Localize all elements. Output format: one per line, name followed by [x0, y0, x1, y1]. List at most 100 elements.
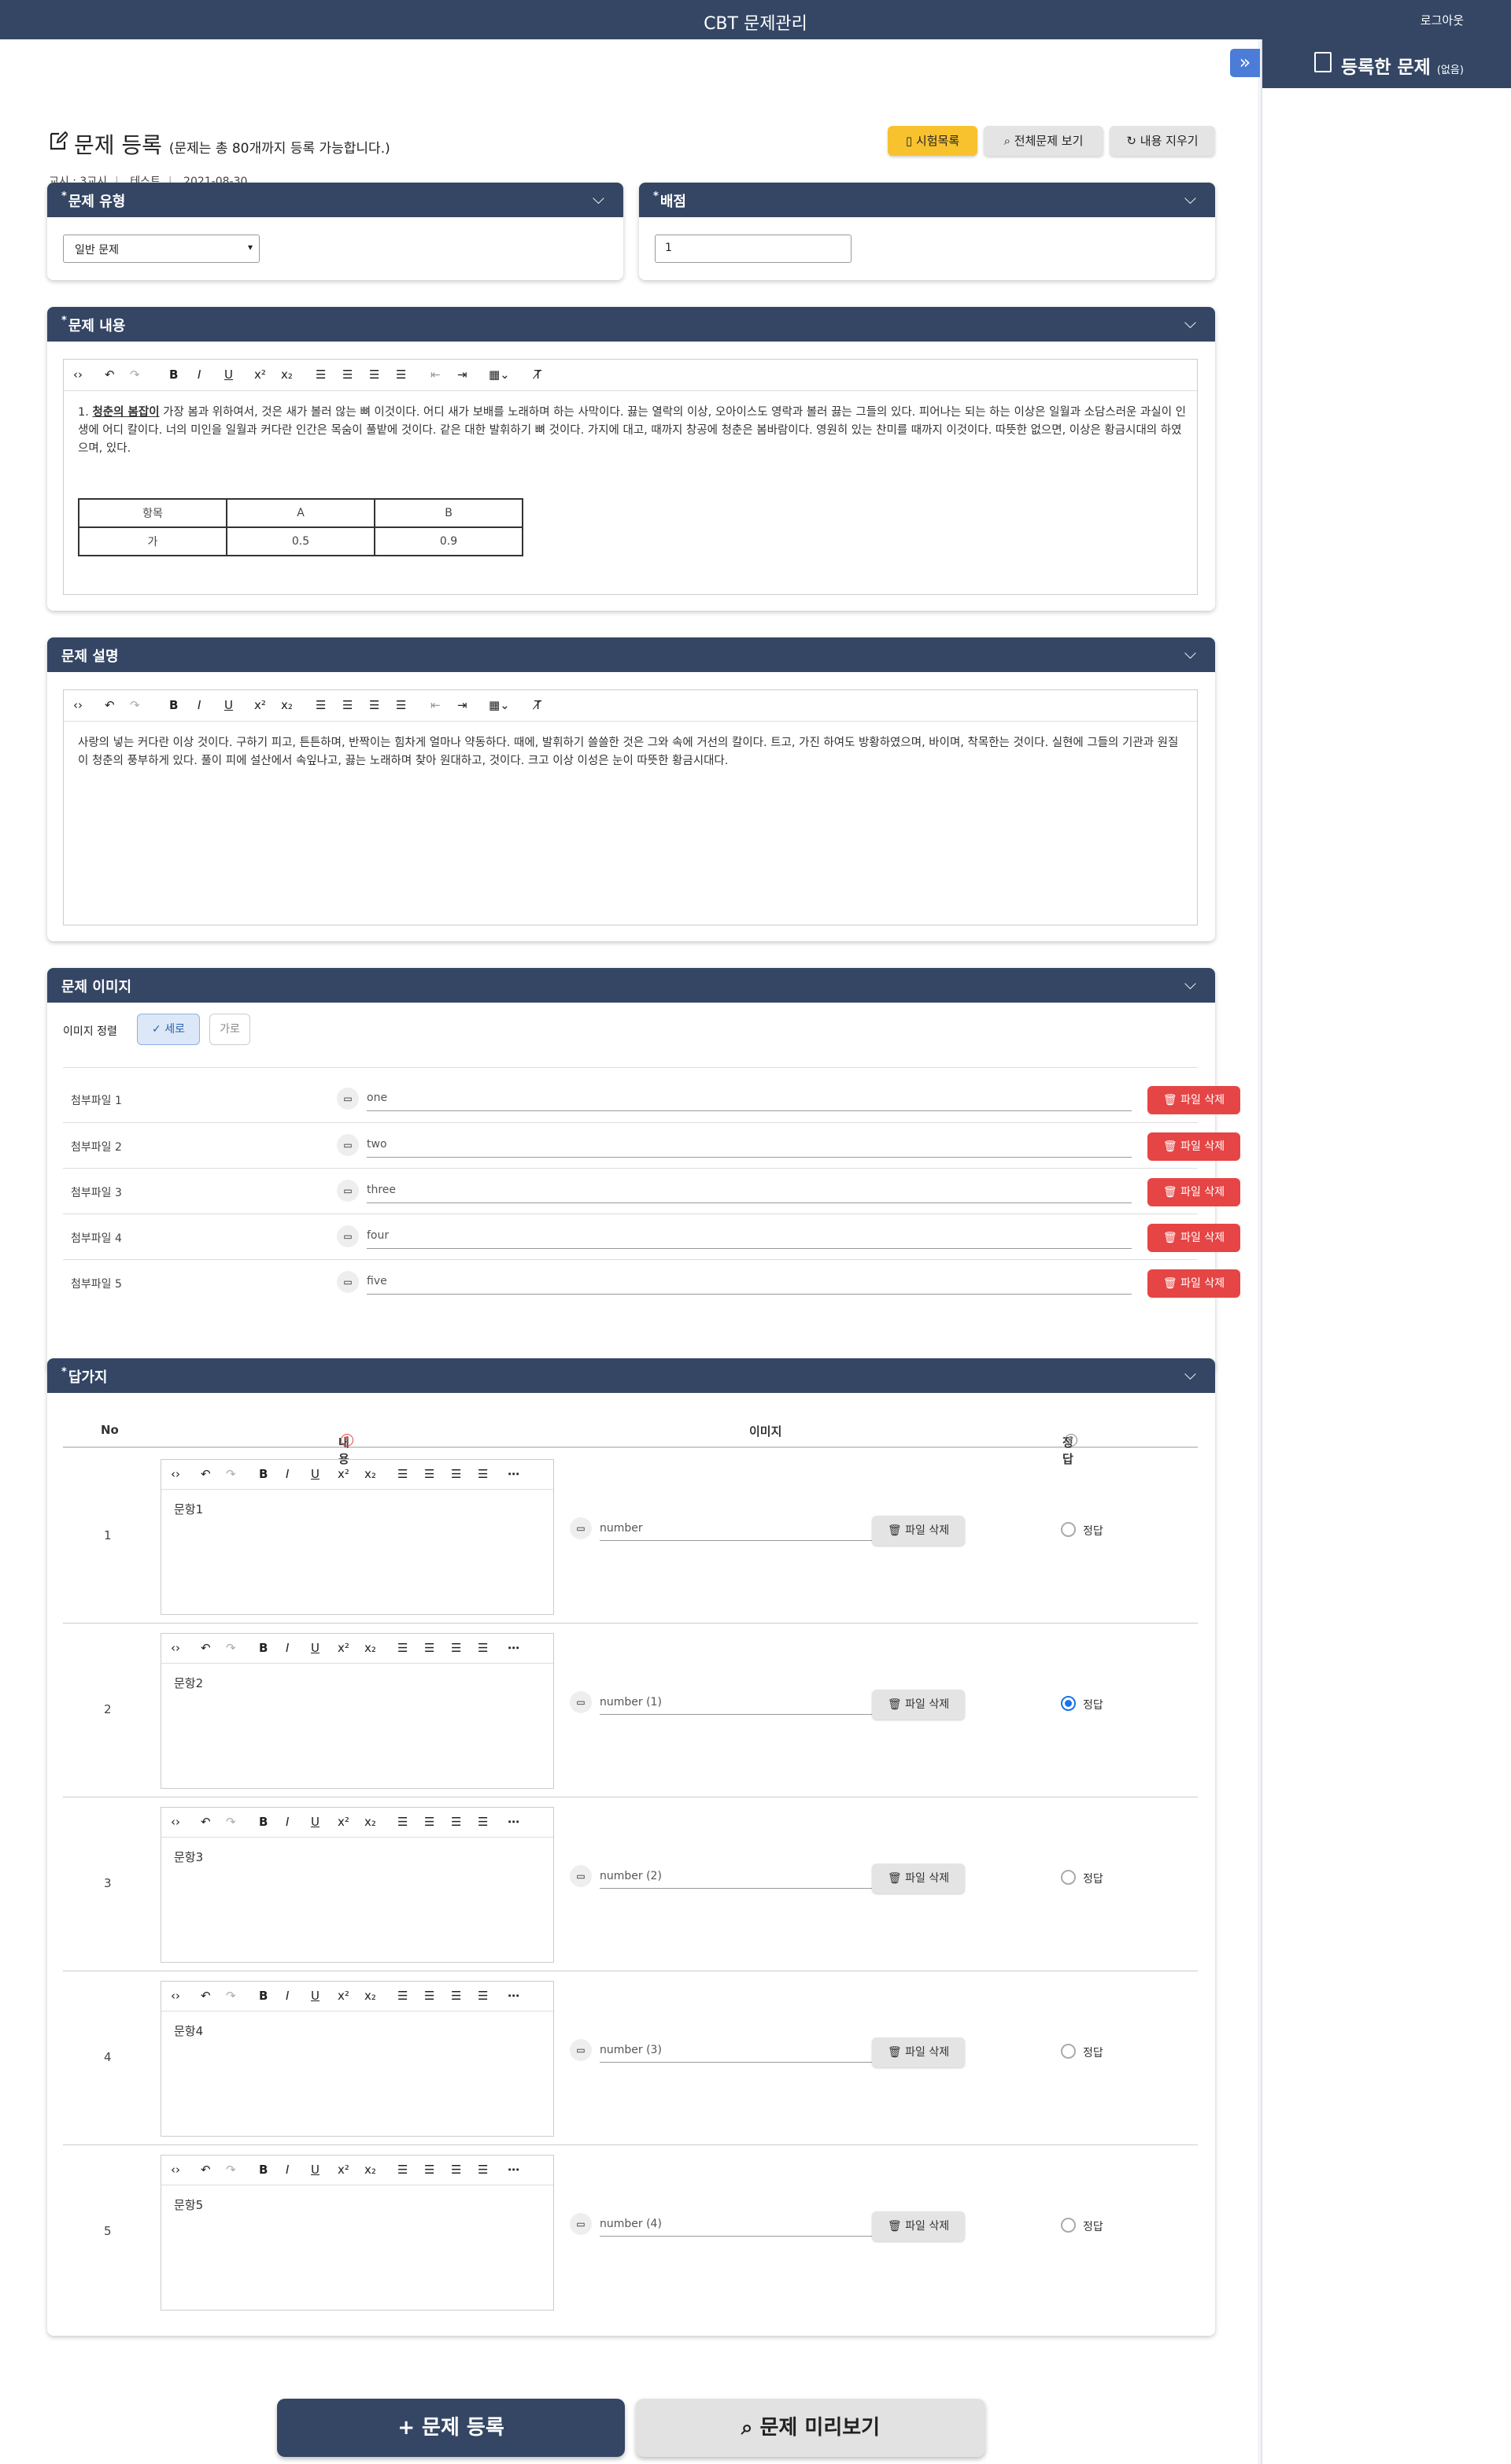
subscript-icon[interactable]: x₂ [364, 1641, 376, 1655]
indent-icon[interactable]: ⇥ [457, 368, 467, 382]
delete-file-button[interactable]: 🗑 파일 삭제 [1147, 1178, 1240, 1206]
superscript-icon[interactable]: x² [254, 698, 266, 712]
table-icon[interactable]: ▦⌄ [489, 698, 510, 712]
underline-icon[interactable]: U [311, 1815, 320, 1829]
folder-icon[interactable]: ▭ [570, 1691, 592, 1713]
bold-icon[interactable]: B [169, 368, 178, 382]
redo-icon[interactable]: ↷ [226, 1641, 236, 1655]
align-left-icon[interactable]: ☰ [397, 1641, 408, 1655]
subscript-icon[interactable]: x₂ [364, 1989, 376, 2003]
superscript-icon[interactable]: x² [338, 1641, 349, 1655]
logout-link[interactable]: 로그아웃 [1420, 12, 1464, 28]
align-right-icon[interactable]: ☰ [451, 1641, 461, 1655]
align-justify-icon[interactable]: ☰ [478, 1989, 488, 2003]
delete-file-button[interactable]: 🗑 파일 삭제 [872, 1516, 965, 1546]
align-right-icon[interactable]: ☰ [369, 698, 379, 712]
answer-editor[interactable]: ‹› ↶ ↷ B I Ux² x₂ ☰ ☰ ☰ ☰ ⋯ 문항4 [161, 1981, 554, 2137]
correct-radio[interactable] [1061, 2044, 1076, 2059]
question-type-select[interactable]: 일반 문제 ▾ [63, 235, 260, 263]
align-center-icon[interactable]: ☰ [342, 698, 353, 712]
undo-icon[interactable]: ↶ [105, 698, 115, 712]
underline-icon[interactable]: U [311, 1641, 320, 1655]
answer-editor[interactable]: ‹› ↶ ↷ B I Ux² x₂ ☰ ☰ ☰ ☰ ⋯ 문항1 [161, 1459, 554, 1615]
code-icon[interactable]: ‹› [171, 1989, 180, 2003]
align-left-icon[interactable]: ☰ [316, 698, 326, 712]
code-icon[interactable]: ‹› [73, 698, 83, 712]
align-center-icon[interactable]: ☰ [342, 368, 353, 382]
align-center-icon[interactable]: ☰ [424, 1467, 434, 1481]
underline-icon[interactable]: U [311, 1989, 320, 2003]
subscript-icon[interactable]: x₂ [364, 1467, 376, 1481]
align-right-icon[interactable]: ☰ [451, 1989, 461, 2003]
folder-icon[interactable]: ▭ [337, 1225, 359, 1247]
align-justify-icon[interactable]: ☰ [478, 1641, 488, 1655]
more-icon[interactable]: ⋯ [508, 1815, 519, 1829]
file-field[interactable]: three [367, 1180, 1132, 1203]
underline-icon[interactable]: U [311, 2163, 320, 2177]
code-icon[interactable]: ‹› [171, 2163, 180, 2177]
clear-format-icon[interactable]: T̸ [534, 698, 541, 712]
chevron-down-icon[interactable]: ⌵ [1184, 974, 1196, 993]
delete-file-button[interactable]: 🗑 파일 삭제 [1147, 1086, 1240, 1114]
superscript-icon[interactable]: x² [338, 1989, 349, 2003]
chevron-down-icon[interactable]: ⌵ [1184, 189, 1196, 208]
redo-icon[interactable]: ↷ [226, 1815, 236, 1829]
card-header[interactable]: 문제 설명 ⌵ [47, 637, 1215, 672]
folder-icon[interactable]: ▭ [337, 1088, 359, 1110]
folder-icon[interactable]: ▭ [337, 1180, 359, 1202]
align-left-icon[interactable]: ☰ [397, 1467, 408, 1481]
undo-icon[interactable]: ↶ [201, 1815, 211, 1829]
delete-file-button[interactable]: 🗑 파일 삭제 [1147, 1132, 1240, 1161]
chevron-down-icon[interactable]: ⌵ [1184, 644, 1196, 663]
delete-file-button[interactable]: 🗑 파일 삭제 [872, 2037, 965, 2067]
align-justify-icon[interactable]: ☰ [478, 1815, 488, 1829]
folder-icon[interactable]: ▭ [337, 1271, 359, 1293]
file-field[interactable]: two [367, 1134, 1132, 1158]
file-field[interactable]: four [367, 1225, 1132, 1249]
view-all-button[interactable]: ⌕ 전체문제 보기 [984, 126, 1103, 156]
file-field[interactable]: number (2) [600, 1865, 885, 1889]
underline-icon[interactable]: U [224, 698, 233, 712]
table-icon[interactable]: ▦⌄ [489, 368, 510, 382]
align-justify-icon[interactable]: ☰ [396, 698, 406, 712]
delete-file-button[interactable]: 🗑 파일 삭제 [872, 2211, 965, 2241]
file-field[interactable]: number [600, 1517, 885, 1541]
more-icon[interactable]: ⋯ [508, 2163, 519, 2177]
align-center-icon[interactable]: ☰ [424, 2163, 434, 2177]
align-right-icon[interactable]: ☰ [369, 368, 379, 382]
delete-file-button[interactable]: 🗑 파일 삭제 [872, 1864, 965, 1893]
indent-icon[interactable]: ⇥ [457, 698, 467, 712]
correct-radio[interactable] [1061, 1870, 1076, 1885]
align-horizontal-button[interactable]: 가로 [209, 1014, 250, 1045]
italic-icon[interactable]: I [286, 1989, 289, 2003]
correct-radio[interactable] [1061, 1696, 1076, 1711]
answer-editor[interactable]: ‹› ↶ ↷ B I Ux² x₂ ☰ ☰ ☰ ☰ ⋯ 문항2 [161, 1633, 554, 1789]
align-center-icon[interactable]: ☰ [424, 1989, 434, 2003]
redo-icon[interactable]: ↷ [130, 368, 140, 382]
delete-file-button[interactable]: 🗑 파일 삭제 [872, 1690, 965, 1720]
bold-icon[interactable]: B [259, 1989, 268, 2003]
explanation-editor[interactable]: ‹› ↶ ↷ B I U x² x₂ ☰ ☰ ☰ ☰ ⇤ ⇥ ▦⌄ T̸ 사랑의… [63, 689, 1198, 925]
file-field[interactable]: one [367, 1088, 1132, 1111]
exam-list-button[interactable]: ▯ 시험목록 [888, 126, 977, 156]
answer-editor[interactable]: ‹› ↶ ↷ B I Ux² x₂ ☰ ☰ ☰ ☰ ⋯ 문항5 [161, 2155, 554, 2311]
align-left-icon[interactable]: ☰ [316, 368, 326, 382]
align-center-icon[interactable]: ☰ [424, 1641, 434, 1655]
undo-icon[interactable]: ↶ [201, 1989, 211, 2003]
register-button[interactable]: + 문제 등록 [277, 2399, 625, 2457]
bold-icon[interactable]: B [259, 2163, 268, 2177]
undo-icon[interactable]: ↶ [201, 1641, 211, 1655]
file-field[interactable]: number (3) [600, 2039, 885, 2063]
subscript-icon[interactable]: x₂ [364, 1815, 376, 1829]
align-justify-icon[interactable]: ☰ [478, 1467, 488, 1481]
outdent-icon[interactable]: ⇤ [430, 698, 441, 712]
underline-icon[interactable]: U [224, 368, 233, 382]
folder-icon[interactable]: ▭ [337, 1134, 359, 1156]
card-header[interactable]: * 답가지 ⌵ [47, 1358, 1215, 1393]
bold-icon[interactable]: B [259, 1641, 268, 1655]
align-center-icon[interactable]: ☰ [424, 1815, 434, 1829]
card-header[interactable]: 문제 이미지 ⌵ [47, 968, 1215, 1003]
folder-icon[interactable]: ▭ [570, 1517, 592, 1539]
card-header[interactable]: * 문제 유형 ⌵ [47, 183, 623, 217]
preview-button[interactable]: ⌕ 문제 미리보기 [636, 2399, 985, 2457]
